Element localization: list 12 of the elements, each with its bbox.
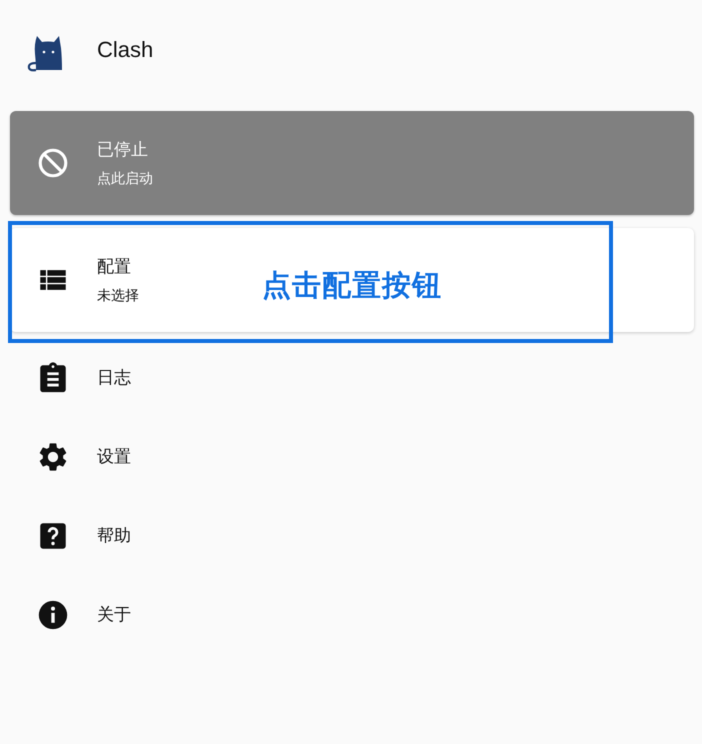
menu-item[interactable]: 设置 <box>0 417 702 496</box>
card-subtitle: 点此启动 <box>97 170 153 188</box>
annotation-text: 点击配置按钮 <box>262 267 442 304</box>
app-title: Clash <box>97 37 154 63</box>
status-card[interactable]: 已停止 点此启动 <box>10 111 694 215</box>
card-subtitle: 未选择 <box>97 287 139 305</box>
card-title: 已停止 <box>97 139 149 161</box>
menu-item[interactable]: 帮助 <box>0 496 702 575</box>
blocked-icon <box>36 146 70 180</box>
menu-item[interactable]: 日志 <box>0 338 702 417</box>
menu-item[interactable]: 关于 <box>0 575 702 654</box>
card-title: 配置 <box>97 256 132 278</box>
